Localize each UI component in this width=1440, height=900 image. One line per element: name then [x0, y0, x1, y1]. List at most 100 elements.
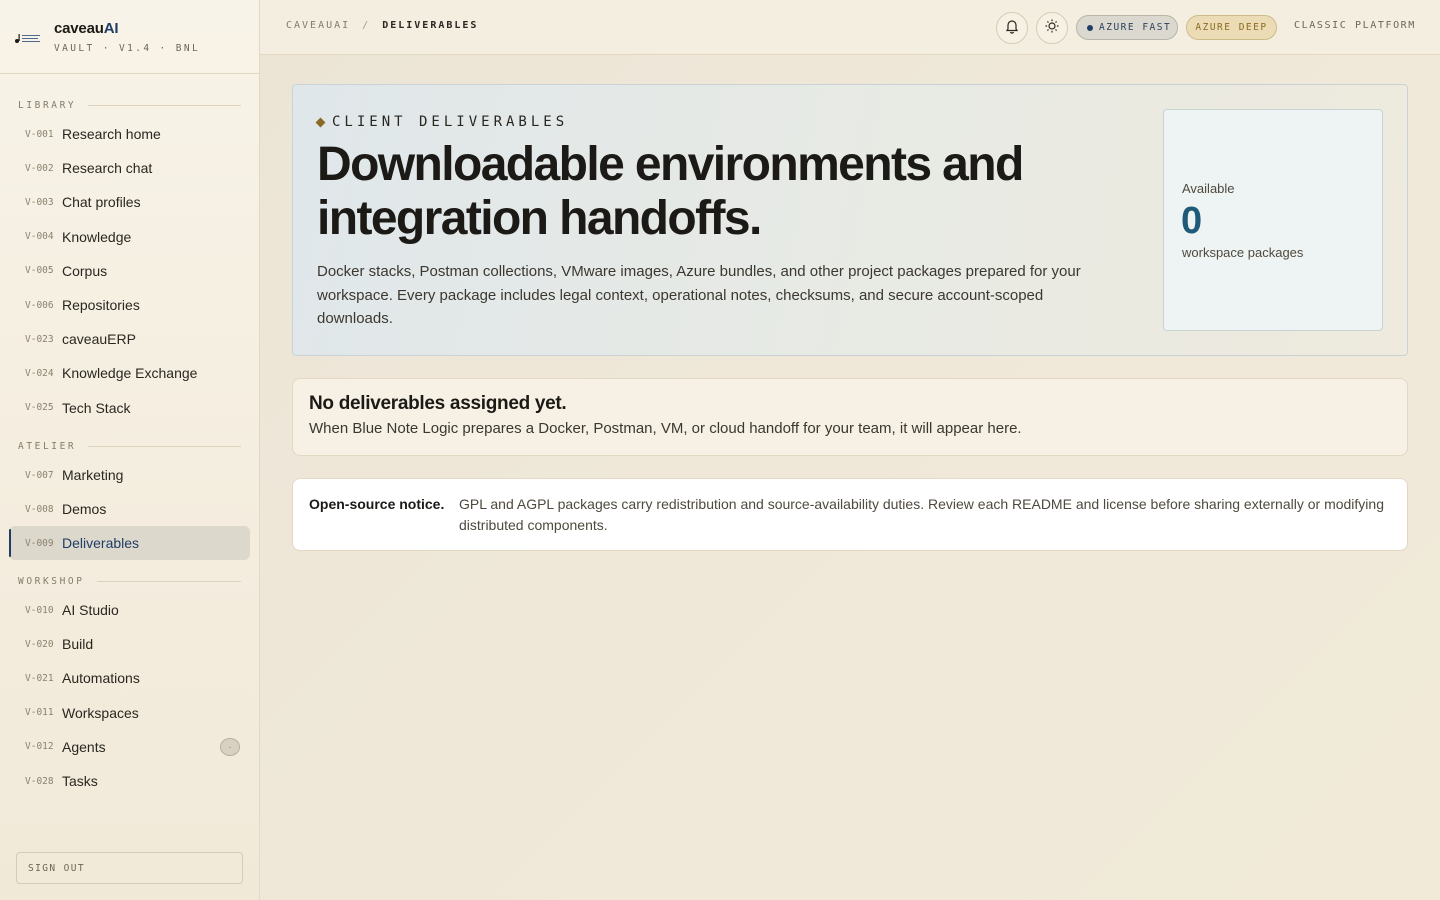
sidebar-item-chat-profiles[interactable]: V-003 Chat profiles	[9, 185, 250, 219]
breadcrumb-current: DELIVERABLES	[382, 20, 479, 31]
empty-state-title: No deliverables assigned yet.	[309, 393, 567, 414]
empty-state-card: No deliverables assigned yet. When Blue …	[292, 378, 1408, 456]
sidebar-item-code: V-007	[25, 469, 54, 481]
sidebar: caveauAI VAULT · V1.4 · BNL LIBRARY V-001…	[0, 0, 260, 900]
sidebar-item-label: Tech Stack	[62, 399, 131, 416]
sidebar-item-code: V-006	[25, 299, 54, 311]
sidebar-item-agents[interactable]: V-012 Agents ·	[9, 730, 250, 764]
nav-section-label: WORKSHOP	[18, 575, 85, 587]
nav-section-atelier: ATELIER	[0, 439, 259, 453]
notice-title: Open-source notice.	[309, 496, 445, 512]
sign-out-button[interactable]: SIGN OUT	[16, 852, 243, 884]
notice-text: GPL and AGPL packages carry redistributi…	[459, 496, 1384, 533]
sidebar-item-tasks[interactable]: V-028 Tasks	[9, 764, 250, 798]
diamond-icon	[315, 117, 326, 127]
sidebar-item-label: Knowledge Exchange	[62, 365, 198, 382]
hero-eyebrow: CLIENT DELIVERABLES	[315, 114, 569, 130]
sidebar-item-code: V-025	[25, 402, 54, 414]
sidebar-item-label: Tasks	[62, 773, 98, 789]
azure-fast-toggle[interactable]: AZURE FAST	[1076, 15, 1178, 40]
brand-logo-icon	[14, 30, 42, 48]
sidebar-item-label: Agents	[62, 738, 106, 755]
sidebar-item-research-chat[interactable]: V-002 Research chat	[9, 151, 250, 185]
sidebar-item-code: V-011	[25, 707, 54, 719]
sidebar-item-code: V-002	[25, 162, 54, 174]
sidebar-item-label: Knowledge	[62, 228, 132, 245]
sidebar-item-corpus[interactable]: V-005 Corpus	[9, 254, 250, 288]
sidebar-item-deliverables[interactable]: V-009 Deliverables	[9, 526, 250, 560]
sidebar-item-label: Workspaces	[62, 704, 139, 721]
sidebar-item-code: V-008	[25, 503, 54, 515]
sidebar-item-caveauerp[interactable]: V-023 caveauERP	[9, 322, 250, 356]
sidebar-item-knowledge[interactable]: V-004 Knowledge	[9, 220, 250, 254]
page-title: Downloadable environments and integratio…	[317, 138, 1024, 245]
sidebar-item-code: V-003	[25, 196, 54, 208]
sidebar-item-build[interactable]: V-020 Build	[9, 627, 250, 661]
hero-eyebrow-text: CLIENT DELIVERABLES	[332, 114, 569, 130]
azure-deep-toggle[interactable]: AZURE DEEP	[1186, 15, 1277, 40]
sidebar-item-code: V-028	[25, 775, 54, 787]
sidebar-item-label: Marketing	[62, 467, 124, 483]
sun-icon	[1044, 18, 1060, 39]
sidebar-item-label: AI Studio	[62, 602, 119, 618]
open-source-notice: Open-source notice. GPL and AGPL package…	[292, 478, 1408, 551]
sidebar-item-label: Corpus	[62, 262, 108, 279]
breadcrumb: CAVEAUAI / DELIVERABLES	[286, 20, 478, 31]
nav-section-library: LIBRARY	[0, 98, 259, 112]
sidebar-item-label: Repositories	[62, 297, 140, 313]
active-dot-icon	[1087, 24, 1093, 31]
stat-label: Available	[1182, 181, 1235, 196]
sidebar-item-workspaces[interactable]: V-011 Workspaces	[9, 696, 250, 730]
breadcrumb-separator: /	[362, 20, 371, 31]
nav-section-label: LIBRARY	[18, 99, 77, 111]
sidebar-item-code: V-023	[25, 333, 54, 345]
classic-platform-link[interactable]: CLASSIC PLATFORM	[1294, 20, 1416, 31]
sidebar-item-code: V-012	[25, 741, 54, 753]
sidebar-item-label: Build	[62, 636, 94, 653]
section-divider	[96, 580, 241, 582]
azure-fast-label: AZURE FAST	[1099, 22, 1172, 33]
hero-description: Docker stacks, Postman collections, VMwa…	[317, 263, 1081, 327]
notifications-button[interactable]	[996, 12, 1028, 44]
sidebar-item-label: Research chat	[62, 160, 153, 177]
sidebar-item-label: Chat profiles	[62, 194, 141, 211]
sidebar-item-repositories[interactable]: V-006 Repositories	[9, 288, 250, 322]
sidebar-item-code: V-009	[25, 537, 54, 549]
brand-name: caveauAI	[54, 20, 119, 37]
available-packages-card: Available 0 workspace packages	[1163, 109, 1383, 331]
sidebar-item-code: V-024	[25, 367, 54, 379]
sidebar-item-code: V-005	[25, 265, 54, 277]
top-bar: CAVEAUAI / DELIVERABLES AZURE FAST AZURE…	[260, 0, 1440, 55]
sidebar-item-label: Demos	[62, 501, 107, 517]
bell-icon	[1004, 18, 1020, 39]
section-divider	[88, 445, 241, 447]
sidebar-item-code: V-004	[25, 231, 54, 243]
sidebar-item-demos[interactable]: V-008 Demos	[9, 492, 250, 526]
stat-value: 0	[1181, 200, 1203, 242]
nav-section-workshop: WORKSHOP	[0, 574, 259, 588]
sidebar-item-automations[interactable]: V-021 Automations	[9, 661, 250, 695]
sidebar-item-ai-studio[interactable]: V-010 AI Studio	[9, 593, 250, 627]
sidebar-item-code: V-010	[25, 604, 54, 616]
sidebar-item-code: V-021	[25, 672, 54, 684]
nav-section-label: ATELIER	[18, 440, 77, 452]
sidebar-item-label: Research home	[62, 126, 161, 142]
sidebar-item-label: Deliverables	[62, 535, 140, 551]
brand-subtitle: VAULT · V1.4 · BNL	[54, 43, 201, 54]
theme-toggle-button[interactable]	[1036, 12, 1068, 44]
section-divider	[88, 104, 241, 106]
sidebar-item-badge: ·	[220, 737, 240, 756]
sidebar-item-knowledge-exchange[interactable]: V-024 Knowledge Exchange	[9, 356, 250, 390]
sidebar-item-code: V-020	[25, 638, 54, 650]
empty-state-body: When Blue Note Logic prepares a Docker, …	[309, 420, 1022, 437]
sidebar-item-code: V-001	[25, 128, 54, 140]
breadcrumb-root[interactable]: CAVEAUAI	[286, 20, 350, 31]
hero-panel: CLIENT DELIVERABLES Downloadable environ…	[292, 84, 1408, 356]
brand-header[interactable]: caveauAI VAULT · V1.4 · BNL	[0, 0, 259, 74]
stat-unit: workspace packages	[1182, 245, 1304, 260]
sidebar-item-label: Automations	[62, 670, 140, 687]
sidebar-item-research-home[interactable]: V-001 Research home	[9, 117, 250, 151]
sidebar-item-label: caveauERP	[62, 331, 136, 348]
sidebar-item-tech-stack[interactable]: V-025 Tech Stack	[9, 391, 250, 425]
sidebar-item-marketing[interactable]: V-007 Marketing	[9, 458, 250, 492]
